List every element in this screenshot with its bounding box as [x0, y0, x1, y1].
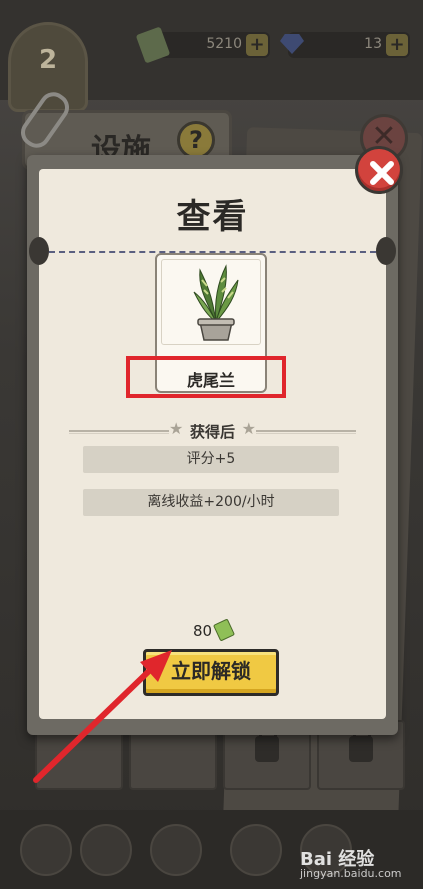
unlock-now-button[interactable]: 立即解锁 [143, 649, 279, 696]
nav-item[interactable] [20, 824, 72, 876]
stat-rating: 评分+5 [83, 446, 339, 473]
after-acquire-label: 获得后 [189, 423, 235, 441]
nav-item[interactable] [150, 824, 202, 876]
unlock-price: 80 [39, 618, 386, 642]
modal-body: 查看 虎尾兰 ★ ★ 获得后 评分+5 离线收益+200/小时 80 立即解锁 [29, 169, 396, 719]
price-value: 80 [192, 622, 213, 640]
annotation-highlight-box [126, 356, 286, 398]
nav-item[interactable] [80, 824, 132, 876]
lock-icon [349, 726, 373, 762]
add-cash-button[interactable]: + [246, 34, 268, 56]
cash-value: 5210 [206, 36, 242, 52]
gem-value: 13 [364, 36, 382, 52]
close-button[interactable] [355, 146, 403, 194]
lock-icon [255, 726, 279, 762]
plant-icon [193, 264, 239, 341]
add-gem-button[interactable]: + [386, 34, 408, 56]
modal-title: 查看 [176, 197, 249, 237]
gem-icon [280, 34, 304, 54]
view-item-modal: 查看 虎尾兰 ★ ★ 获得后 评分+5 离线收益+200/小时 80 立即解锁 [27, 155, 398, 735]
level-number: 2 [38, 45, 58, 75]
watermark-site: jingyan.baidu.com [300, 867, 402, 880]
after-acquire-header: ★ ★ 获得后 [69, 419, 356, 441]
money-icon [212, 618, 236, 642]
item-image-frame [161, 259, 261, 345]
stat-offline-income: 离线收益+200/小时 [83, 489, 339, 516]
watermark: Bai 经验 jingyan.baidu.com [300, 845, 420, 885]
close-icon [370, 161, 394, 185]
help-icon[interactable]: ? [177, 121, 215, 159]
cash-icon [135, 26, 171, 64]
top-resource-bar: 2 5210 + 13 + [0, 0, 423, 112]
cash-counter: 5210 + [135, 26, 270, 64]
gem-counter: 13 + [280, 32, 410, 58]
nav-item[interactable] [230, 824, 282, 876]
